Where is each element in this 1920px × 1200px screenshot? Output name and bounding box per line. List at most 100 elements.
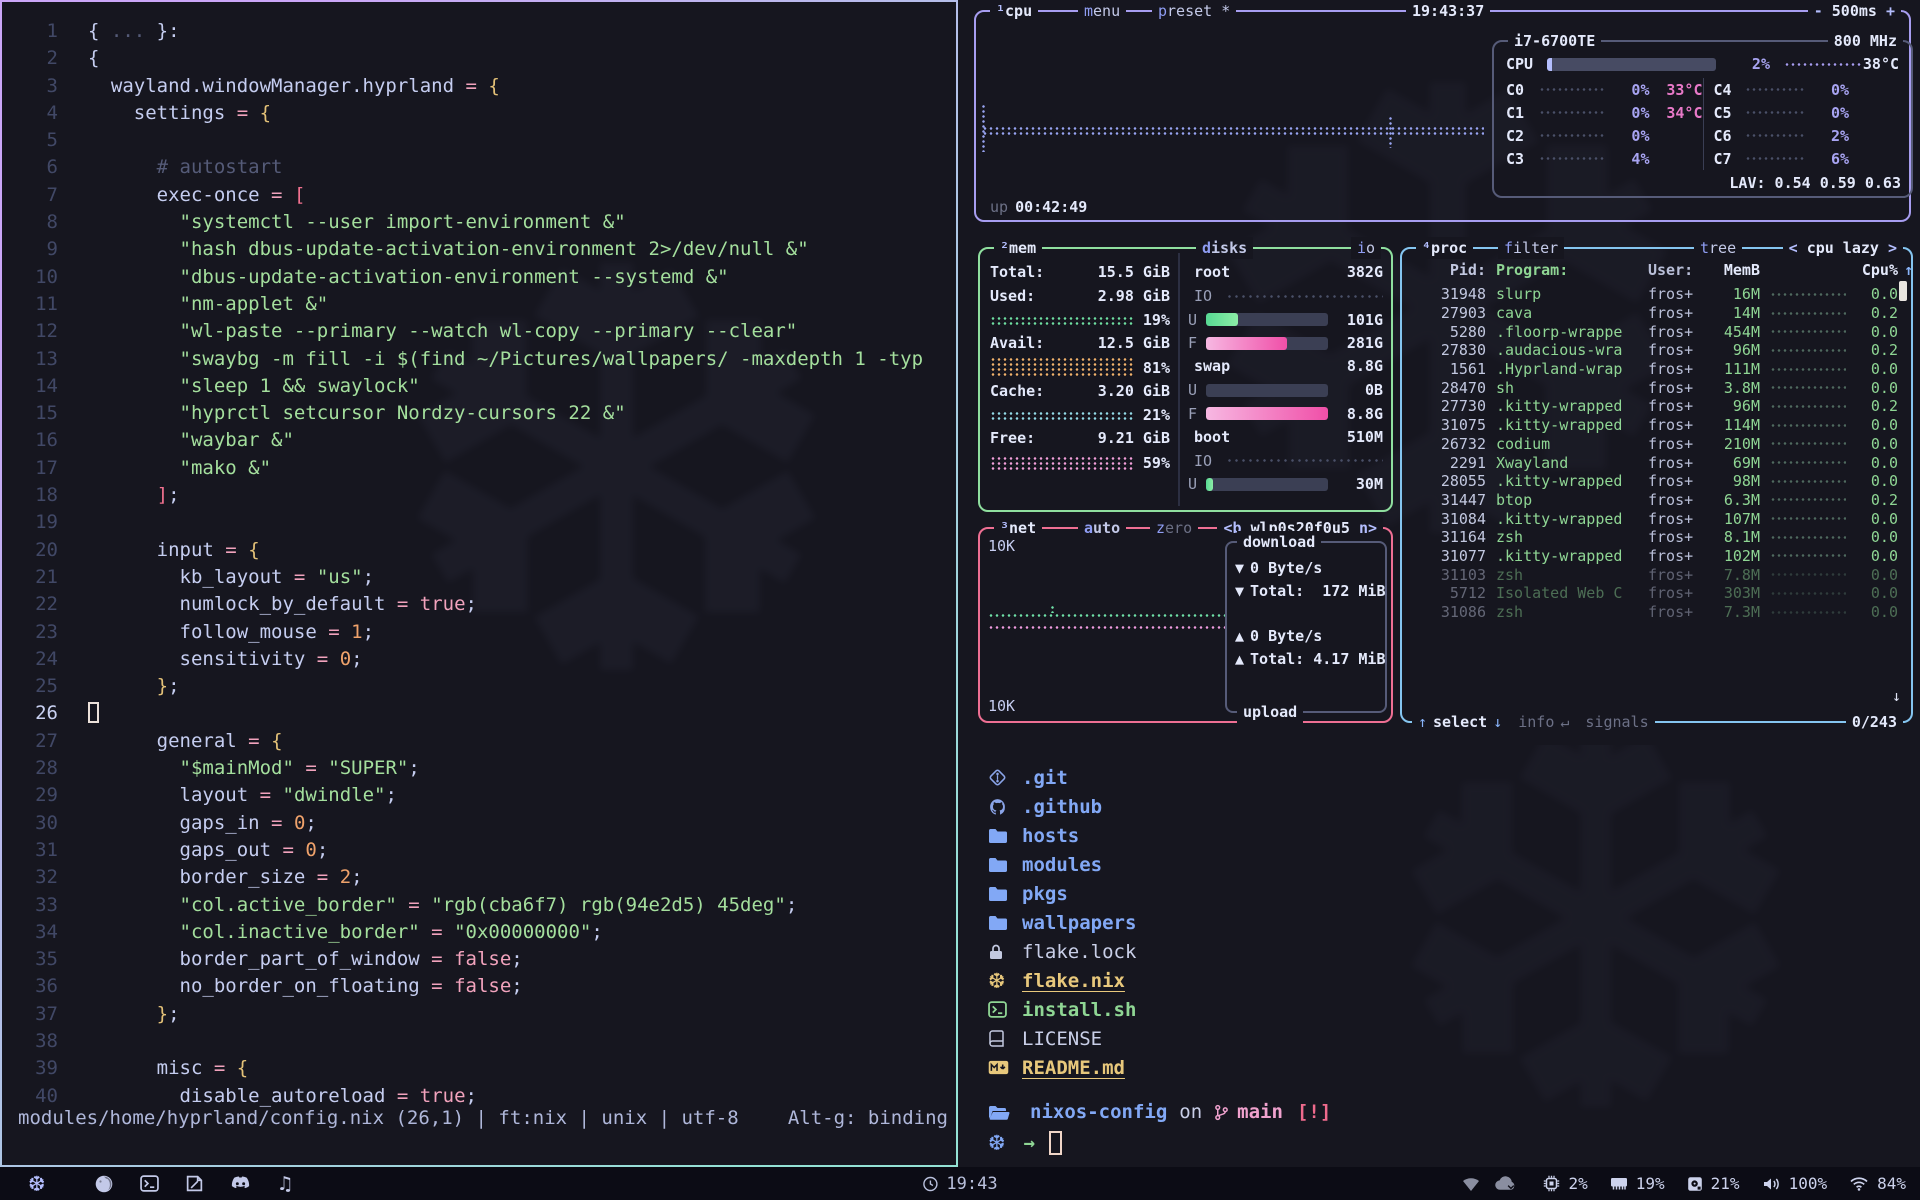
wifi-dim-icon[interactable] (1462, 1177, 1480, 1191)
editor-line[interactable]: 28 "$mainMod" = "SUPER"; (2, 755, 956, 782)
process-row[interactable]: 31084.kitty-wrappedfros+107M0.0 (1410, 509, 1899, 528)
editor-line[interactable]: 33 "col.active_border" = "rgb(cba6f7) rg… (2, 892, 956, 919)
editor-line[interactable]: 6 # autostart (2, 154, 956, 181)
editor-line[interactable]: 34 "col.inactive_border" = "0x00000000"; (2, 919, 956, 946)
editor-line[interactable]: 15 "hyprctl setcursor Nordzy-cursors 22 … (2, 400, 956, 427)
process-row[interactable]: 31075.kitty-wrappedfros+114M0.0 (1410, 416, 1899, 435)
editor-line[interactable]: 2{ (2, 45, 956, 72)
shell-input-line[interactable]: ❆ → (988, 1128, 1062, 1158)
editor-line[interactable]: 26 (2, 700, 956, 727)
mem-box-title[interactable]: ²mem (994, 237, 1042, 259)
cpu-box-title[interactable]: ¹cpu (990, 0, 1038, 22)
process-row[interactable]: 31086zshfros+7.3M0.0 (1410, 603, 1899, 622)
proc-header[interactable]: Pid: Program: User: MemB Cpu% ↑ (1410, 261, 1899, 279)
editor-lines[interactable]: 1{ ... }:2{3 wayland.windowManager.hyprl… (2, 18, 956, 1110)
firefox-icon[interactable] (94, 1174, 114, 1194)
editor-line[interactable]: 23 follow_mouse = 1; (2, 619, 956, 646)
terminal-icon[interactable] (140, 1175, 159, 1192)
disk-module[interactable]: 21% (1687, 1174, 1740, 1193)
cpu-interval-control[interactable]: - 500ms + (1808, 0, 1901, 22)
interval-minus-button[interactable]: - (1814, 0, 1823, 22)
process-row[interactable]: 31103zshfros+7.8M0.0 (1410, 565, 1899, 584)
editor-line[interactable]: 36 no_border_on_floating = false; (2, 973, 956, 1000)
process-row[interactable]: 1561.Hyprland-wrapfros+111M0.0 (1410, 360, 1899, 379)
editor-line[interactable]: 16 "waybar &" (2, 427, 956, 454)
cpu-preset-button[interactable]: preset * (1152, 0, 1236, 22)
editor-line[interactable]: 39 misc = { (2, 1055, 956, 1082)
process-row[interactable]: 27830.audacious-wrafros+96M0.2 (1410, 341, 1899, 360)
discord-icon[interactable] (230, 1175, 251, 1192)
proc-box-title[interactable]: ⁴proc (1416, 237, 1473, 259)
cpu-menu-button[interactable]: menu (1078, 0, 1126, 22)
editor-line[interactable]: 20 input = { (2, 537, 956, 564)
disks-io-toggle[interactable]: io (1351, 237, 1381, 259)
interval-plus-button[interactable]: + (1886, 0, 1895, 22)
editor-line[interactable]: 19 (2, 509, 956, 536)
process-row[interactable]: 2291Xwaylandfros+69M0.0 (1410, 453, 1899, 472)
editor-line[interactable]: 22 numlock_by_default = true; (2, 591, 956, 618)
memory-module[interactable]: 19% (1610, 1174, 1665, 1193)
net-auto-button[interactable]: auto (1078, 517, 1126, 539)
nix-logo-icon[interactable]: ❆ (28, 1172, 68, 1196)
proc-footer-legend[interactable]: ↑ select ↓ info ↵ signals (1412, 711, 1655, 733)
process-row[interactable]: 28055.kitty-wrappedfros+98M0.0 (1410, 472, 1899, 491)
editor-line[interactable]: 29 layout = "dwindle"; (2, 782, 956, 809)
editor-line[interactable]: 27 general = { (2, 728, 956, 755)
process-row[interactable]: 27903cavafros+14M0.2 (1410, 304, 1899, 323)
editor-line[interactable]: 8 "systemctl --user import-environment &… (2, 209, 956, 236)
process-row[interactable]: 28470shfros+3.8M0.0 (1410, 378, 1899, 397)
net-zero-button[interactable]: zero (1150, 517, 1198, 539)
tray-passive-icons[interactable] (1462, 1176, 1517, 1191)
process-row[interactable]: 31447btopfros+6.3M0.2 (1410, 491, 1899, 510)
editor-line[interactable]: 32 border_size = 2; (2, 864, 956, 891)
editor-line[interactable]: 30 gaps_in = 0; (2, 810, 956, 837)
editor-line[interactable]: 35 border_part_of_window = false; (2, 946, 956, 973)
editor-line[interactable]: 25 }; (2, 673, 956, 700)
volume-module[interactable]: 100% (1762, 1174, 1828, 1193)
editor-line[interactable]: 38 (2, 1028, 956, 1055)
process-row[interactable]: 26732codiumfros+210M0.0 (1410, 435, 1899, 454)
proc-select-action[interactable]: select (1433, 711, 1487, 733)
core-column-left: C00%33°CC10%34°CC20%C34% (1506, 78, 1703, 170)
editor-line[interactable]: 7 exec-once = [ (2, 182, 956, 209)
editor-line[interactable]: 37 }; (2, 1001, 956, 1028)
mem-stat-row: Total:15.5 GiB (990, 261, 1170, 285)
process-row[interactable]: 5712Isolated Web Cfros+303M0.0 (1410, 584, 1899, 603)
proc-info-action[interactable]: info (1518, 711, 1554, 733)
process-row[interactable]: 31948slurpfros+16M0.0 (1410, 285, 1899, 304)
editor-line[interactable]: 21 kb_layout = "us"; (2, 564, 956, 591)
proc-scrollbar[interactable] (1899, 281, 1907, 301)
editor-line[interactable]: 4 settings = { (2, 100, 956, 127)
editor-line[interactable]: 31 gaps_out = 0; (2, 837, 956, 864)
proc-signals-action[interactable]: signals (1585, 711, 1648, 733)
process-row[interactable]: 31164zshfros+8.1M0.0 (1410, 528, 1899, 547)
editor-line[interactable]: 1{ ... }: (2, 18, 956, 45)
proc-tree-button[interactable]: tree (1694, 237, 1742, 259)
net-box-title[interactable]: ³net (994, 517, 1042, 539)
editor-line[interactable]: 13 "swaybg -m fill -i $(find ~/Pictures/… (2, 346, 956, 373)
cpu-graph-spike (981, 104, 986, 152)
proc-sort-selector[interactable]: < cpu lazy > (1783, 237, 1903, 259)
notes-icon[interactable] (185, 1174, 204, 1193)
music-icon[interactable]: ♫ (277, 1173, 294, 1195)
waybar-clock[interactable]: 19:43 (922, 1167, 997, 1200)
editor-line[interactable]: 9 "hash dbus-update-activation-environme… (2, 236, 956, 263)
process-row[interactable]: 5280.floorp-wrappefros+454M0.0 (1410, 322, 1899, 341)
disks-title[interactable]: disks (1196, 237, 1253, 259)
process-row[interactable]: 31077.kitty-wrappedfros+102M0.0 (1410, 547, 1899, 566)
editor-line[interactable]: 5 (2, 127, 956, 154)
editor-line[interactable]: 12 "wl-paste --primary --watch wl-copy -… (2, 318, 956, 345)
editor-line[interactable]: 10 "dbus-update-activation-environment -… (2, 264, 956, 291)
editor-line[interactable]: 17 "mako &" (2, 455, 956, 482)
proc-filter-button[interactable]: filter (1498, 237, 1564, 259)
process-row[interactable]: 27730.kitty-wrappedfros+96M0.2 (1410, 397, 1899, 416)
editor-line[interactable]: 14 "sleep 1 && swaylock" (2, 373, 956, 400)
editor-line[interactable]: 11 "nm-applet &" (2, 291, 956, 318)
cpu-chip-module[interactable]: 2% (1543, 1174, 1587, 1193)
terminal-window[interactable]: ❆ .git.githubhostsmodulespkgswallpapersf… (958, 745, 1920, 1167)
editor-line[interactable]: 18 ]; (2, 482, 956, 509)
wifi-module[interactable]: 84% (1849, 1174, 1906, 1193)
cloud-dim-icon[interactable] (1494, 1176, 1517, 1191)
editor-line[interactable]: 3 wayland.windowManager.hyprland = { (2, 73, 956, 100)
editor-line[interactable]: 24 sensitivity = 0; (2, 646, 956, 673)
